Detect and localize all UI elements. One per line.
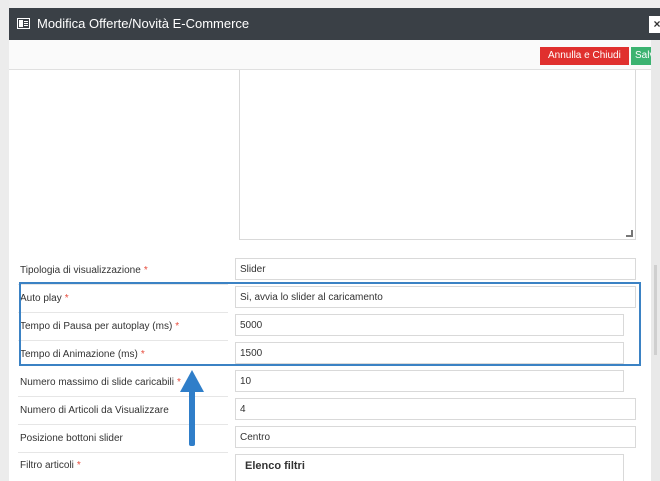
select-tipologia-visualizzazione[interactable]: Slider: [235, 258, 636, 280]
required-marker: *: [143, 265, 148, 276]
row-divider: [18, 452, 228, 453]
select-posizione-bottoni[interactable]: Centro: [235, 426, 636, 448]
required-marker: *: [76, 460, 81, 471]
highlight-box: [19, 282, 641, 366]
arrow-shaft: [189, 388, 195, 446]
input-numero-articoli[interactable]: 4: [235, 398, 636, 420]
cancel-and-close-button[interactable]: Annulla e Chiudi: [540, 47, 629, 65]
form-content: Tipologia di visualizzazione * Slider Aut…: [9, 70, 651, 481]
label-filtro-articoli: Filtro articoli *: [20, 460, 81, 471]
label-numero-articoli: Numero di Articoli da Visualizzare: [20, 405, 169, 416]
filtro-articoli-panel[interactable]: Elenco filtri: [235, 454, 624, 481]
dialog-toolbar: Annulla e Chiudi Salva: [9, 40, 660, 70]
close-icon[interactable]: ×: [649, 16, 660, 33]
description-textarea[interactable]: [239, 70, 636, 240]
row-divider: [18, 396, 228, 397]
scrollbar[interactable]: [651, 40, 660, 481]
dialog-title: Modifica Offerte/Novità E-Commerce: [37, 16, 250, 31]
scrollbar-thumb[interactable]: [654, 265, 657, 355]
resize-handle-icon[interactable]: [626, 230, 633, 237]
label-posizione-bottoni: Posizione bottoni slider: [20, 433, 123, 444]
dialog-titlebar: Modifica Offerte/Novità E-Commerce ×: [9, 8, 660, 40]
label-tipologia-visualizzazione: Tipologia di visualizzazione *: [20, 265, 148, 276]
row-divider: [18, 424, 228, 425]
left-background-strip: [0, 0, 9, 481]
input-numero-massimo-slide[interactable]: 10: [235, 370, 624, 392]
label-numero-massimo-slide: Numero massimo di slide caricabili *: [20, 377, 181, 388]
window-icon: [17, 18, 30, 29]
